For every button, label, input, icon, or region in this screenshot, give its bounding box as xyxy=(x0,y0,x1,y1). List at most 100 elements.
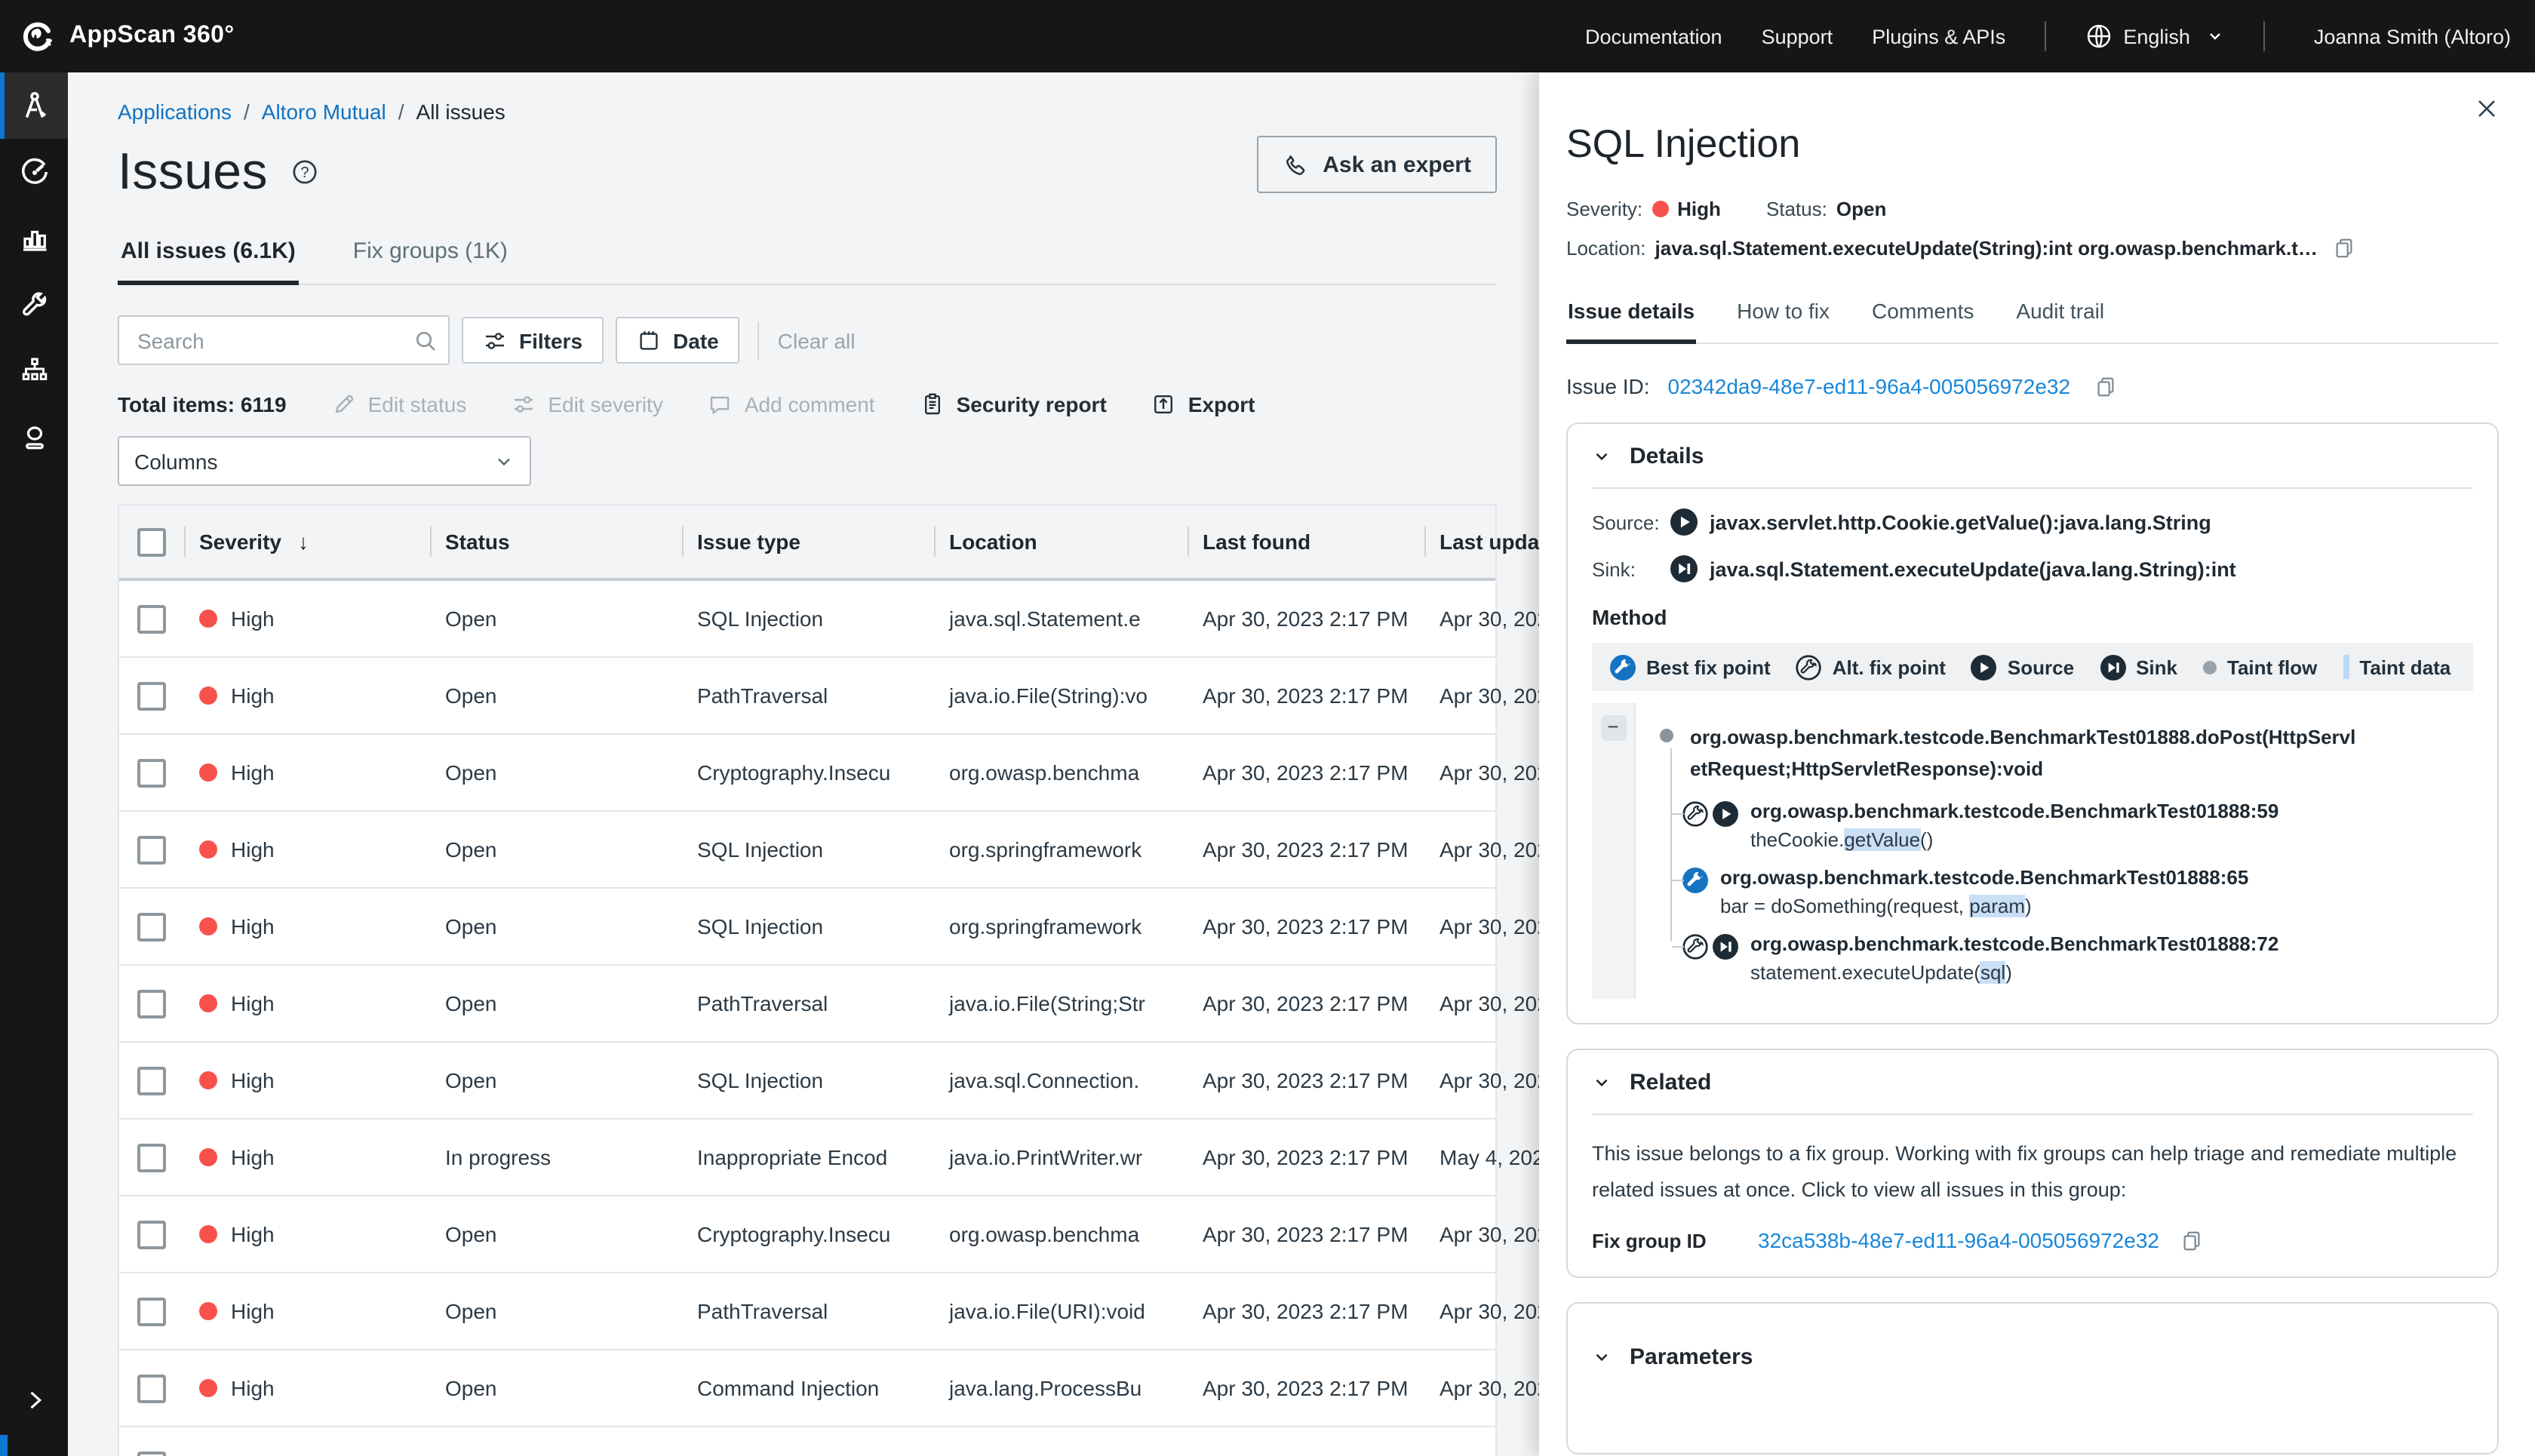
location-value: java.lang.ProcessBu xyxy=(949,1376,1142,1400)
columns-dropdown[interactable]: Columns xyxy=(118,436,531,486)
trace-node-source[interactable]: org.owasp.benchmark.testcode.BenchmarkTe… xyxy=(1682,800,2473,851)
user-menu[interactable]: Joanna Smith (Altoro) xyxy=(2314,25,2511,48)
row-checkbox[interactable] xyxy=(137,758,166,787)
table-row[interactable]: High Open PathTraversal java.io.File(URI… xyxy=(119,1273,1495,1350)
panel-tabs: Issue details How to fix Comments Audit … xyxy=(1566,293,2499,344)
sidebar-item-applications[interactable] xyxy=(0,72,68,139)
row-checkbox[interactable] xyxy=(137,835,166,864)
table-row[interactable]: High Open Cryptography.Insecu org.owasp.… xyxy=(119,735,1495,812)
brand-name: AppScan 360° xyxy=(69,23,235,50)
row-checkbox[interactable] xyxy=(137,1143,166,1172)
table-row[interactable]: High Open SQL Injection java.sql.Connect… xyxy=(119,1043,1495,1120)
last-found-value: Apr 30, 2023 2:17 PM xyxy=(1203,760,1408,785)
app-window: AppScan 360° Documentation Support Plugi… xyxy=(0,0,2535,1456)
hierarchy-icon xyxy=(19,356,49,386)
column-header-last-updated[interactable]: Last updated xyxy=(1424,505,1539,578)
row-checkbox[interactable] xyxy=(137,604,166,633)
table-row[interactable]: High Open Cryptography.Insecu org.owasp.… xyxy=(119,1196,1495,1273)
select-all-checkbox[interactable] xyxy=(137,527,166,556)
row-checkbox[interactable] xyxy=(137,1374,166,1402)
related-section: Related This issue belongs to a fix grou… xyxy=(1566,1049,2499,1278)
column-header-location[interactable]: Location xyxy=(934,505,1188,578)
column-header-status[interactable]: Status xyxy=(430,505,682,578)
issue-type-value: SQL Injection xyxy=(697,914,823,938)
trace-root-node[interactable]: org.owasp.benchmark.testcode.BenchmarkTe… xyxy=(1660,721,2473,785)
parameters-section-header[interactable]: Parameters xyxy=(1592,1344,2473,1370)
sidebar-item-organization[interactable] xyxy=(0,338,68,404)
row-checkbox[interactable] xyxy=(137,1297,166,1325)
date-button[interactable]: Date xyxy=(616,317,740,364)
close-icon[interactable] xyxy=(2475,97,2499,121)
collapse-button[interactable]: − xyxy=(1600,715,1626,741)
copy-icon[interactable] xyxy=(2180,1229,2203,1252)
security-report-button[interactable]: Security report xyxy=(920,392,1107,416)
status-value: Open xyxy=(445,683,497,708)
column-header-issue-type[interactable]: Issue type xyxy=(682,505,934,578)
trace-connector-line xyxy=(1670,748,1672,941)
legend-best-fix-point: Best fix point xyxy=(1610,654,1771,680)
table-row[interactable]: High Open Command Injection java.lang.Pr… xyxy=(119,1350,1495,1427)
nav-plugins-apis[interactable]: Plugins & APIs xyxy=(1872,25,2005,48)
row-checkbox[interactable] xyxy=(137,989,166,1018)
row-checkbox[interactable] xyxy=(137,681,166,710)
issue-type-value: PathTraversal xyxy=(697,1299,828,1323)
edit-status-button[interactable]: Edit status xyxy=(332,392,467,416)
related-section-header[interactable]: Related xyxy=(1592,1070,2473,1095)
search-input[interactable] xyxy=(134,327,413,354)
trace-node-sink[interactable]: org.owasp.benchmark.testcode.BenchmarkTe… xyxy=(1682,932,2473,984)
table-row[interactable]: High Open SQL Injection org.springframew… xyxy=(119,889,1495,966)
tab-audit-trail[interactable]: Audit trail xyxy=(2014,293,2106,342)
column-header-last-found[interactable]: Last found xyxy=(1188,505,1424,578)
calendar-icon xyxy=(637,328,661,352)
issue-type-value: Cryptography.Insecu xyxy=(697,1222,890,1246)
details-section-header[interactable]: Details xyxy=(1592,444,2473,469)
copy-icon[interactable] xyxy=(2333,237,2355,260)
severity-value: High xyxy=(231,1068,275,1092)
tab-fix-groups[interactable]: Fix groups (1K) xyxy=(350,229,511,284)
language-selector[interactable]: English xyxy=(2085,23,2225,50)
issue-id-link[interactable]: 02342da9-48e7-ed11-96a4-005056972e32 xyxy=(1668,374,2071,398)
ask-an-expert-button[interactable]: Ask an expert xyxy=(1256,136,1497,193)
row-checkbox[interactable] xyxy=(137,912,166,941)
top-bar: AppScan 360° Documentation Support Plugi… xyxy=(0,0,2535,72)
add-comment-button[interactable]: Add comment xyxy=(708,392,875,416)
fix-group-id-link[interactable]: 32ca538b-48e7-ed11-96a4-005056972e32 xyxy=(1758,1228,2159,1252)
breadcrumb-altoro-mutual[interactable]: Altoro Mutual xyxy=(262,100,386,124)
filters-button[interactable]: Filters xyxy=(462,317,604,364)
table-row[interactable]: High Open PathTraversal java.io.File(Str… xyxy=(119,966,1495,1043)
tab-all-issues[interactable]: All issues (6.1K) xyxy=(118,229,299,285)
tab-comments[interactable]: Comments xyxy=(1870,293,1975,342)
sidebar-item-scans[interactable] xyxy=(0,139,68,205)
sidebar-item-tools[interactable] xyxy=(0,272,68,338)
row-checkbox[interactable] xyxy=(137,1451,166,1456)
column-header-severity[interactable]: Severity ↓ xyxy=(184,505,430,578)
chevron-down-icon xyxy=(493,450,515,472)
severity-value: High xyxy=(231,1299,275,1323)
severity-high-dot xyxy=(199,1302,217,1320)
edit-severity-button[interactable]: Edit severity xyxy=(512,392,663,416)
sidebar-item-reports[interactable] xyxy=(0,205,68,272)
sidebar-expand-button[interactable] xyxy=(0,1387,68,1414)
nav-support[interactable]: Support xyxy=(1762,25,1833,48)
issue-type-value: Inappropriate Encod xyxy=(697,1145,887,1169)
clear-all-button[interactable]: Clear all xyxy=(778,328,856,352)
severity-high-dot xyxy=(199,1225,217,1243)
table-row[interactable]: High Open SQL Injection java.sql.Stateme… xyxy=(119,581,1495,658)
table-row[interactable]: High In progress Inappropriate Encod jav… xyxy=(119,1427,1495,1456)
sidebar-item-user[interactable] xyxy=(0,404,68,471)
table-row[interactable]: High Open SQL Injection org.springframew… xyxy=(119,812,1495,889)
table-row[interactable]: High In progress Inappropriate Encod jav… xyxy=(119,1120,1495,1196)
issues-tabs: All issues (6.1K) Fix groups (1K) xyxy=(118,229,1497,285)
trace-node-best-fix[interactable]: org.owasp.benchmark.testcode.BenchmarkTe… xyxy=(1682,866,2473,917)
row-checkbox[interactable] xyxy=(137,1220,166,1249)
copy-icon[interactable] xyxy=(2094,375,2117,398)
table-row[interactable]: High Open PathTraversal java.io.File(Str… xyxy=(119,658,1495,735)
breadcrumb-applications[interactable]: Applications xyxy=(118,100,232,124)
status-value: Open xyxy=(445,1376,497,1400)
row-checkbox[interactable] xyxy=(137,1066,166,1095)
help-icon[interactable]: ? xyxy=(292,158,319,186)
export-button[interactable]: Export xyxy=(1152,392,1255,416)
tab-issue-details[interactable]: Issue details xyxy=(1566,293,1696,344)
tab-how-to-fix[interactable]: How to fix xyxy=(1735,293,1831,342)
nav-documentation[interactable]: Documentation xyxy=(1585,25,1722,48)
